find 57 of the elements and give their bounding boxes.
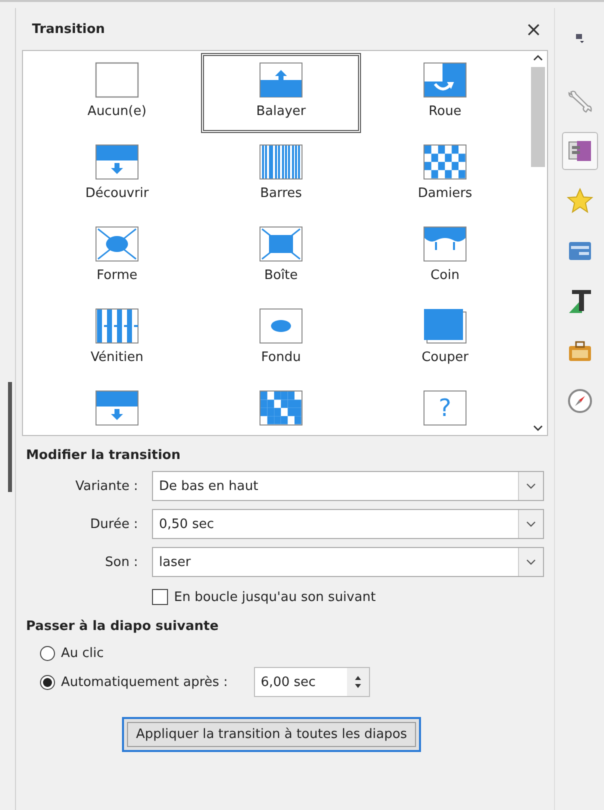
checkbox-label[interactable]: En boucle jusqu'au son suivant xyxy=(174,590,376,604)
field-label: Variante : xyxy=(74,478,139,494)
scroll-up-icon[interactable] xyxy=(533,55,543,61)
radio-button[interactable] xyxy=(40,646,55,661)
field-label: Durée : xyxy=(89,516,139,532)
transition-option[interactable]: Balayer xyxy=(201,53,361,133)
radio-button[interactable] xyxy=(40,674,55,690)
uncover-transition-icon xyxy=(95,144,139,180)
transition-option[interactable]: Vénitien xyxy=(37,299,197,379)
panel-title: Transition xyxy=(32,22,105,36)
star-icon xyxy=(566,187,594,215)
scroll-down-icon[interactable] xyxy=(533,425,543,431)
field-label: Son : xyxy=(104,554,139,570)
section-heading: Passer à la diapo suivante xyxy=(26,619,220,634)
unknown-transition-icon xyxy=(423,390,467,426)
dropdown-field[interactable]: laser xyxy=(152,547,544,577)
section-heading: Modifier la transition xyxy=(26,448,182,463)
transition-option[interactable]: Roue xyxy=(365,53,525,133)
dropdown-field[interactable]: De bas en haut xyxy=(152,471,544,501)
apply-all-button[interactable]: Appliquer la transition à toutes les diapos xyxy=(122,717,422,752)
radio-label[interactable]: Au clic xyxy=(61,646,104,661)
compass-icon xyxy=(566,387,594,415)
wipe-transition-icon xyxy=(259,62,303,98)
transition-option[interactable]: Couper xyxy=(365,299,525,379)
corner-transition-icon xyxy=(423,226,467,262)
transition-option[interactable]: Forme xyxy=(37,217,197,297)
chevron-down-icon xyxy=(526,521,536,527)
fade-transition-icon xyxy=(259,308,303,344)
menu-dropdown-icon[interactable] xyxy=(574,32,586,44)
dissolve-transition-icon xyxy=(259,390,303,426)
checkers-transition-icon xyxy=(423,144,467,180)
venetian-transition-icon xyxy=(95,308,139,344)
box-transition-icon xyxy=(259,226,303,262)
checkbox[interactable] xyxy=(152,589,168,605)
shape-transition-icon xyxy=(95,226,139,262)
cut-transition-icon xyxy=(423,308,467,344)
chevron-down-icon xyxy=(526,559,536,565)
transition-option[interactable]: Aucun(e) xyxy=(37,53,197,133)
scrollbar-thumb[interactable] xyxy=(531,67,545,167)
chevron-down-icon xyxy=(526,483,536,489)
question-mark-glyph: ? xyxy=(438,393,452,423)
none-transition-icon xyxy=(95,62,139,98)
transition-option[interactable]: Coin xyxy=(365,217,525,297)
radio-label[interactable]: Automatiquement après : xyxy=(61,674,228,690)
dropdown-field[interactable]: 0,50 sec xyxy=(152,509,544,539)
push-transition-icon xyxy=(95,390,139,426)
wheel-transition-icon xyxy=(423,62,467,98)
close-button[interactable]: × xyxy=(519,17,548,41)
transition-option[interactable]: Fondu xyxy=(201,299,361,379)
delay-spin-field[interactable]: 6,00 sec xyxy=(254,667,370,697)
splitter-handle[interactable] xyxy=(8,382,12,492)
transition-option[interactable]: Barres xyxy=(201,135,361,215)
transition-option[interactable]: Damiers xyxy=(365,135,525,215)
spin-arrows-icon[interactable] xyxy=(354,674,362,690)
transition-option[interactable]: Boîte xyxy=(201,217,361,297)
bars-transition-icon xyxy=(259,144,303,180)
transition-option[interactable]: Découvrir xyxy=(37,135,197,215)
